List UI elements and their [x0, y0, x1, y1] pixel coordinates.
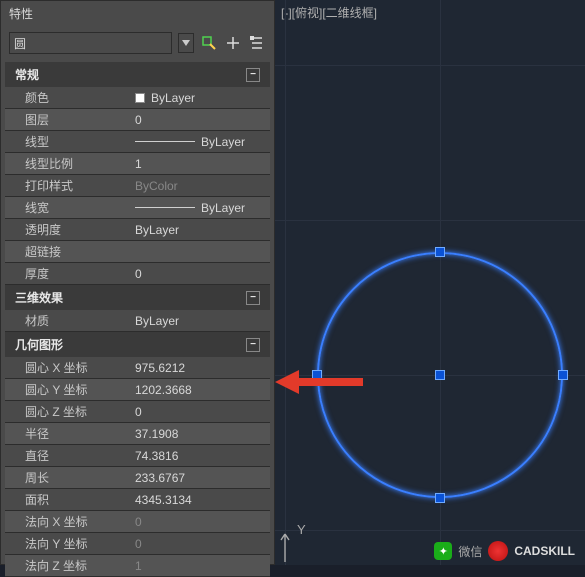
- diameter-value[interactable]: 74.3816: [135, 449, 270, 463]
- chevron-down-icon: [182, 40, 190, 46]
- collapse-icon[interactable]: −: [246, 338, 260, 352]
- grid-line: [275, 220, 585, 221]
- lineweight-value[interactable]: ByLayer: [135, 201, 270, 215]
- section-general: 常规 − 颜色ByLayer 图层0 线型ByLayer 线型比例1 打印样式B…: [5, 62, 270, 285]
- normal-y-value: 0: [135, 537, 270, 551]
- radius-value[interactable]: 37.1908: [135, 427, 270, 441]
- pickboard-icon[interactable]: [248, 34, 266, 52]
- quick-select-icon[interactable]: [200, 34, 218, 52]
- object-type-value: 圆: [14, 35, 26, 52]
- center-x-value[interactable]: 975.6212: [135, 361, 270, 375]
- line-preview-icon: [135, 141, 195, 142]
- grip-left[interactable]: [312, 370, 322, 380]
- prop-label: 透明度: [5, 221, 135, 238]
- section-3d-visual: 三维效果 − 材质ByLayer: [5, 285, 270, 332]
- prop-label: 圆心 Z 坐标: [5, 403, 135, 420]
- prop-label: 打印样式: [5, 177, 135, 194]
- color-value[interactable]: ByLayer: [135, 91, 270, 105]
- viewport-label[interactable]: [-][俯视][二维线框]: [281, 4, 377, 21]
- collapse-icon[interactable]: −: [246, 291, 260, 305]
- transparency-value[interactable]: ByLayer: [135, 223, 270, 237]
- panel-toolbar: 圆: [1, 26, 274, 62]
- layer-value[interactable]: 0: [135, 113, 270, 127]
- grip-right[interactable]: [558, 370, 568, 380]
- prop-label: 法向 Y 坐标: [5, 535, 135, 552]
- section-geometry: 几何图形 − 圆心 X 坐标975.6212 圆心 Y 坐标1202.3668 …: [5, 332, 270, 577]
- prop-label: 图层: [5, 111, 135, 128]
- prop-label: 法向 Z 坐标: [5, 557, 135, 574]
- prop-label: 法向 X 坐标: [5, 513, 135, 530]
- grid-line: [275, 530, 585, 531]
- select-objects-icon[interactable]: [224, 34, 242, 52]
- watermark: ✦ 微信 CADSKILL: [434, 541, 575, 561]
- color-swatch-icon: [135, 93, 145, 103]
- panel-title: 特性: [1, 1, 274, 26]
- prop-label: 超链接: [5, 243, 135, 260]
- section-header-3d[interactable]: 三维效果 −: [5, 285, 270, 310]
- normal-z-value: 1: [135, 559, 270, 573]
- prop-label: 线型: [5, 133, 135, 150]
- normal-x-value: 0: [135, 515, 270, 529]
- section-header-general[interactable]: 常规 −: [5, 62, 270, 87]
- grip-bottom[interactable]: [435, 493, 445, 503]
- ltscale-value[interactable]: 1: [135, 157, 270, 171]
- plotstyle-value: ByColor: [135, 179, 270, 193]
- center-y-value[interactable]: 1202.3668: [135, 383, 270, 397]
- prop-label: 半径: [5, 425, 135, 442]
- grip-center[interactable]: [435, 370, 445, 380]
- prop-label: 线宽: [5, 199, 135, 216]
- prop-label: 圆心 X 坐标: [5, 359, 135, 376]
- section-header-geometry[interactable]: 几何图形 −: [5, 332, 270, 357]
- grid-line: [275, 65, 585, 66]
- prop-label: 圆心 Y 坐标: [5, 381, 135, 398]
- line-preview-icon: [135, 207, 195, 208]
- area-value[interactable]: 4345.3134: [135, 493, 270, 507]
- ucs-y-label: Y: [297, 522, 306, 537]
- watermark-brand: CADSKILL: [514, 544, 575, 558]
- wechat-icon: ✦: [434, 542, 452, 560]
- prop-label: 面积: [5, 491, 135, 508]
- prop-label: 直径: [5, 447, 135, 464]
- thickness-value[interactable]: 0: [135, 267, 270, 281]
- prop-label: 颜色: [5, 89, 135, 106]
- grid-line: [285, 0, 286, 565]
- material-value[interactable]: ByLayer: [135, 314, 270, 328]
- linetype-value[interactable]: ByLayer: [135, 135, 270, 149]
- watermark-prefix: 微信: [458, 543, 482, 560]
- drawing-viewport[interactable]: [-][俯视][二维线框] Y ✦ 微信 CADSKILL: [275, 0, 585, 565]
- prop-label: 厚度: [5, 265, 135, 282]
- object-type-dropdown[interactable]: 圆: [9, 32, 172, 54]
- section-title: 三维效果: [15, 289, 63, 306]
- brand-logo-icon: [488, 541, 508, 561]
- section-title: 常规: [15, 66, 39, 83]
- dropdown-toggle-button[interactable]: [178, 33, 194, 53]
- collapse-icon[interactable]: −: [246, 68, 260, 82]
- circumference-value[interactable]: 233.6767: [135, 471, 270, 485]
- prop-label: 线型比例: [5, 155, 135, 172]
- section-title: 几何图形: [15, 336, 63, 353]
- grip-top[interactable]: [435, 247, 445, 257]
- properties-panel: 特性 圆 常规 − 颜色ByLayer 图层0 线型ByLayer 线型比例1 …: [0, 0, 275, 565]
- prop-label: 材质: [5, 312, 135, 329]
- prop-label: 周长: [5, 469, 135, 486]
- center-z-value[interactable]: 0: [135, 405, 270, 419]
